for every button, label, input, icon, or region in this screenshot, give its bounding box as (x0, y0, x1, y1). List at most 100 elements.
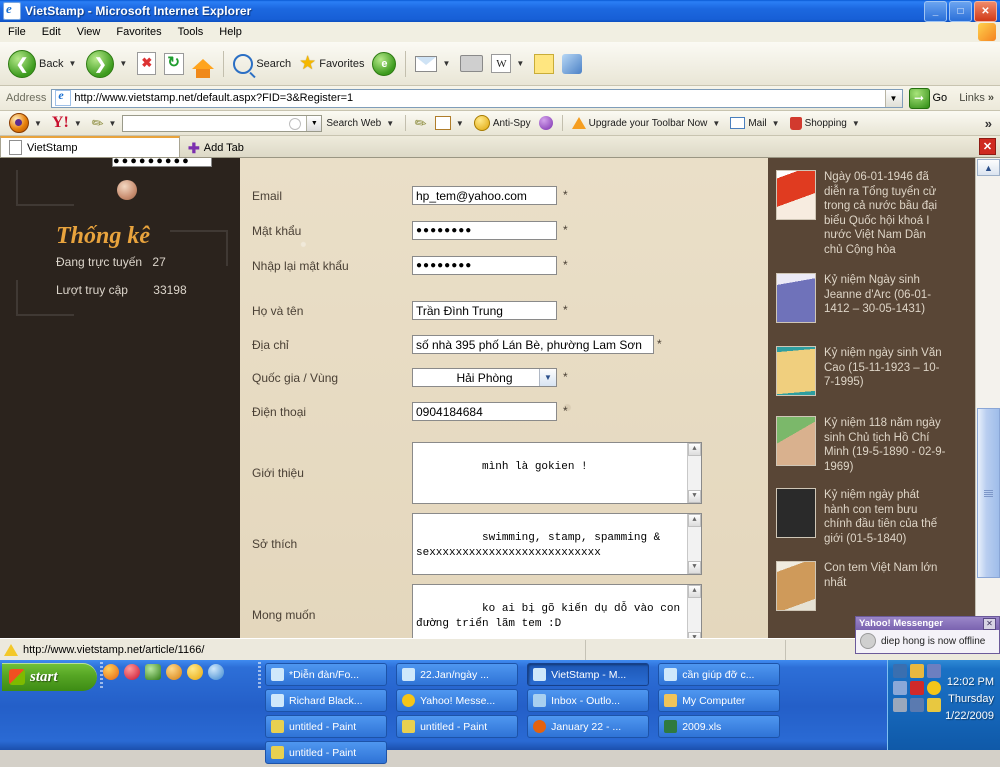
textarea-intro[interactable]: mình là gokien ! ▲ ▼ (412, 442, 702, 504)
task-button[interactable]: 22.Jan/ngày ... (396, 663, 519, 686)
tab-vietstamp[interactable]: VietStamp (0, 136, 180, 157)
task-button[interactable]: Yahoo! Messe... (396, 689, 519, 712)
refresh-button[interactable] (160, 47, 188, 81)
start-button[interactable]: start (2, 663, 97, 691)
add-tab-button[interactable]: ✚ Add Tab (180, 138, 252, 157)
scroll-up-icon[interactable]: ▲ (688, 585, 701, 598)
edit-word-button[interactable]: W ▼ (487, 47, 530, 81)
input-phone[interactable]: 0904184684 (412, 402, 557, 421)
task-button[interactable]: Inbox - Outlo... (527, 689, 650, 712)
task-button[interactable]: My Computer (658, 689, 781, 712)
sound-device-icon[interactable] (910, 698, 924, 712)
task-button[interactable]: untitled - Paint (265, 715, 387, 738)
notes-button[interactable] (530, 47, 558, 81)
chevron-down-icon[interactable]: ▼ (516, 59, 524, 68)
textarea-scrollbar[interactable]: ▲ ▼ (687, 585, 701, 638)
home-button[interactable] (188, 47, 218, 81)
yahoo-upgrade-button[interactable]: Upgrade your Toolbar Now ▼ (568, 117, 727, 129)
chevron-down-icon[interactable]: ▼ (108, 119, 116, 128)
textarea-scrollbar[interactable]: ▲ ▼ (687, 514, 701, 574)
antivirus-icon[interactable] (910, 681, 924, 695)
address-dropdown-icon[interactable]: ▼ (884, 89, 902, 107)
menu-item-favorites[interactable]: Favorites (108, 24, 169, 40)
yahoo-search-web-button[interactable]: Search Web ▼ (322, 118, 400, 129)
chevron-down-icon[interactable]: ▼ (386, 119, 394, 128)
news-item[interactable]: Kỷ niệm 118 năm ngày sinh Chủ tịch Hồ Ch… (776, 416, 946, 474)
yahoo-shopping-button[interactable]: Shopping ▼ (786, 116, 866, 130)
users-icon[interactable] (893, 681, 907, 695)
network-icon[interactable] (893, 664, 907, 678)
volume-icon[interactable] (893, 698, 907, 712)
input-fullname[interactable]: Trần Đình Trung (412, 301, 557, 320)
yahoo-pencil-button[interactable]: ✎ (411, 113, 431, 133)
task-button[interactable]: Richard Black... (265, 689, 387, 712)
scroll-up-icon[interactable]: ▲ (688, 514, 701, 527)
yahoo-search-input[interactable]: ▼ (122, 114, 323, 132)
scroll-up-button[interactable]: ▲ (977, 159, 1000, 176)
task-button[interactable]: January 22 - ... (527, 715, 650, 738)
input-password[interactable]: ●●●●●●●● (412, 221, 557, 240)
chevron-down-icon[interactable]: ▼ (119, 59, 127, 68)
yahoo-popup-blocker-button[interactable]: ▼ (431, 116, 470, 130)
chevron-right-icon[interactable]: » (988, 92, 994, 104)
unikey-icon[interactable] (927, 698, 941, 712)
mail-button[interactable]: ▼ (411, 47, 456, 81)
chevron-down-icon[interactable]: ▼ (712, 119, 720, 128)
go-button[interactable]: ➞ Go (903, 87, 954, 109)
display-icon[interactable] (927, 664, 941, 678)
yahoo-messenger-popup[interactable]: Yahoo! Messenger ✕ diep hong is now offl… (855, 616, 1000, 654)
yahoo-logo-button[interactable]: Y! ▼ (48, 114, 88, 132)
chevron-down-icon[interactable]: ▼ (68, 59, 76, 68)
input-confirm-password[interactable]: ●●●●●●●● (412, 256, 557, 275)
task-button[interactable]: untitled - Paint (396, 715, 519, 738)
minimize-button[interactable]: _ (924, 0, 947, 22)
yahoo-shield-button[interactable] (535, 116, 557, 130)
task-button-active[interactable]: VietStamp - M... (527, 663, 650, 686)
scrollbar-thumb[interactable] (977, 408, 1000, 578)
media-button[interactable]: e (368, 47, 400, 81)
menu-item-help[interactable]: Help (211, 24, 250, 40)
internet-explorer-icon[interactable] (208, 664, 224, 680)
address-input[interactable]: http://www.vietstamp.net/default.aspx?FI… (51, 88, 903, 108)
back-button[interactable]: ❮ Back ▼ (4, 47, 82, 81)
taskbar-grip[interactable] (258, 662, 261, 688)
print-button[interactable] (456, 47, 487, 81)
stop-button[interactable]: ✖ (133, 47, 160, 81)
yahoo-home-button[interactable]: ▼ (5, 113, 48, 133)
chevron-down-icon[interactable]: ▼ (74, 119, 82, 128)
menu-item-view[interactable]: View (69, 24, 109, 40)
task-button[interactable]: untitled - Paint (265, 741, 387, 764)
menu-item-tools[interactable]: Tools (170, 24, 212, 40)
unikey-icon[interactable] (166, 664, 182, 680)
scroll-down-icon[interactable]: ▼ (688, 490, 701, 503)
page-scrollbar[interactable]: ▲ (975, 158, 1000, 638)
scroll-up-icon[interactable]: ▲ (688, 443, 701, 456)
opera-icon[interactable] (124, 664, 140, 680)
news-item[interactable]: Ngày 06-01-1946 đã diễn ra Tổng tuyển cử… (776, 170, 946, 257)
news-item[interactable]: Kỷ niệm Ngày sinh Jeanne d'Arc (06-01-14… (776, 273, 946, 323)
firefox-icon[interactable] (103, 664, 119, 680)
chevron-down-icon[interactable]: ▼ (852, 119, 860, 128)
textarea-hobbies[interactable]: swimming, stamp, spamming & sexxxxxxxxxx… (412, 513, 702, 575)
mail-icon[interactable] (910, 664, 924, 678)
yahoo-messenger-icon[interactable] (187, 664, 203, 680)
links-button[interactable]: Links » (953, 92, 1000, 104)
news-item[interactable]: Kỷ niệm ngày phát hành con tem bưu chính… (776, 488, 946, 546)
maximize-button[interactable]: □ (949, 0, 972, 22)
search-button[interactable]: Search (229, 47, 295, 81)
chevron-down-icon[interactable]: ▼ (306, 115, 322, 131)
menu-item-edit[interactable]: Edit (34, 24, 69, 40)
yahoo-overflow-button[interactable]: » (985, 116, 1000, 131)
chevron-down-icon[interactable]: ▼ (772, 119, 780, 128)
task-button[interactable]: cần giúp đỡ c... (658, 663, 781, 686)
chevron-down-icon[interactable]: ▼ (34, 119, 42, 128)
scroll-down-icon[interactable]: ▼ (688, 561, 701, 574)
news-item[interactable]: Kỷ niệm ngày sinh Văn Cao (15-11-1923 – … (776, 346, 946, 396)
yahoo-mail-button[interactable]: Mail ▼ (726, 117, 785, 129)
menu-item-file[interactable]: File (0, 24, 34, 40)
task-button[interactable]: 2009.xls (658, 715, 781, 738)
taskbar-clock[interactable]: 12:02 PM Thursday 1/22/2009 (945, 674, 994, 725)
input-address[interactable]: số nhà 395 phố Lán Bè, phường Lam Sơn (412, 335, 654, 354)
cut-off-password-input[interactable]: ●●●●●●●●● (112, 158, 212, 167)
chevron-down-icon[interactable]: ▼ (539, 369, 556, 386)
